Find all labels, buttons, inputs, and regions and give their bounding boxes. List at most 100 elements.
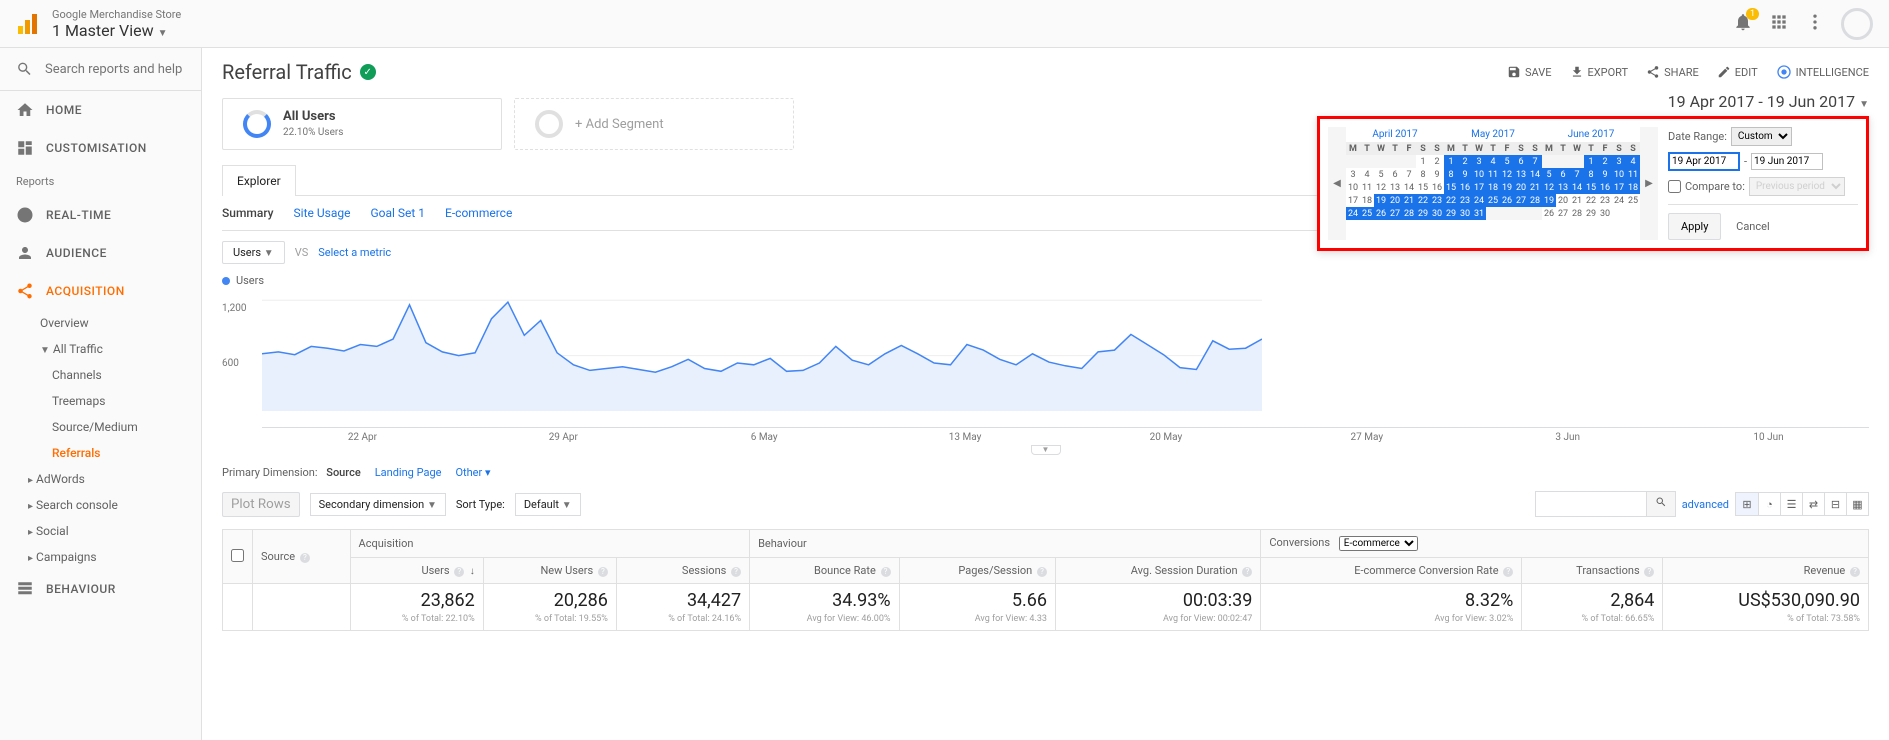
cal-day[interactable]: 25 xyxy=(1486,194,1500,207)
cal-day[interactable]: 24 xyxy=(1612,194,1626,207)
cal-day[interactable]: 18 xyxy=(1486,181,1500,194)
dimension-other[interactable]: Other ▾ xyxy=(455,466,490,479)
cal-day[interactable]: 14 xyxy=(1570,181,1584,194)
col-avg-session-duration[interactable]: Avg. Session Duration ? xyxy=(1055,558,1260,584)
cal-day[interactable]: 27 xyxy=(1556,207,1570,220)
help-icon[interactable]: ? xyxy=(300,553,310,563)
help-icon[interactable]: ? xyxy=(1503,567,1513,577)
nav-sub-source-medium[interactable]: Source/Medium xyxy=(0,414,201,440)
col-bounce-rate[interactable]: Bounce Rate ? xyxy=(750,558,899,584)
nav-realtime[interactable]: REAL-TIME xyxy=(0,196,201,234)
cal-day[interactable]: 3 xyxy=(1472,155,1486,168)
cal-day[interactable]: 21 xyxy=(1570,194,1584,207)
nav-sub-campaigns[interactable]: ▸ Campaigns xyxy=(0,544,201,570)
cal-day[interactable]: 20 xyxy=(1388,194,1402,207)
export-button[interactable]: EXPORT xyxy=(1570,64,1629,80)
cal-day[interactable]: 12 xyxy=(1500,168,1514,181)
cal-day[interactable]: 11 xyxy=(1626,168,1640,181)
cal-day[interactable]: 18 xyxy=(1626,181,1640,194)
cal-day[interactable]: 2 xyxy=(1430,155,1444,168)
segment-all-users[interactable]: All Users 22.10% Users xyxy=(222,98,502,150)
cal-day[interactable]: 28 xyxy=(1570,207,1584,220)
cal-day[interactable]: 6 xyxy=(1514,155,1528,168)
cal-day[interactable]: 31 xyxy=(1472,207,1486,220)
nav-sub-search-console[interactable]: ▸ Search console xyxy=(0,492,201,518)
cal-day[interactable]: 19 xyxy=(1542,194,1556,207)
cal-day[interactable]: 15 xyxy=(1584,181,1598,194)
cal-day[interactable]: 7 xyxy=(1528,155,1542,168)
dimension-landing-page[interactable]: Landing Page xyxy=(375,466,442,479)
cal-day[interactable]: 28 xyxy=(1528,194,1542,207)
cal-day[interactable]: 15 xyxy=(1444,181,1458,194)
secondary-metric-select[interactable]: Select a metric xyxy=(318,246,391,259)
tab-explorer[interactable]: Explorer xyxy=(222,165,296,196)
nav-audience[interactable]: AUDIENCE xyxy=(0,234,201,272)
apply-button[interactable]: Apply xyxy=(1668,213,1721,240)
cal-day[interactable]: 21 xyxy=(1528,181,1542,194)
view-percentage-button[interactable]: ◔ xyxy=(1758,493,1780,515)
cal-day[interactable]: 23 xyxy=(1458,194,1472,207)
start-date-input[interactable] xyxy=(1668,152,1740,171)
cal-day[interactable]: 8 xyxy=(1584,168,1598,181)
cal-day[interactable]: 19 xyxy=(1374,194,1388,207)
end-date-input[interactable] xyxy=(1751,153,1823,170)
nav-sub-adwords[interactable]: ▸ AdWords xyxy=(0,466,201,492)
intelligence-button[interactable]: INTELLIGENCE xyxy=(1776,64,1869,80)
cal-day[interactable]: 10 xyxy=(1472,168,1486,181)
cal-day[interactable]: 1 xyxy=(1416,155,1430,168)
view-comparison-button[interactable]: ⇄ xyxy=(1802,493,1824,515)
cal-day[interactable]: 1 xyxy=(1584,155,1598,168)
col-new-users[interactable]: New Users ? xyxy=(483,558,616,584)
cal-day[interactable]: 12 xyxy=(1542,181,1556,194)
primary-metric-select[interactable]: Users ▼ xyxy=(222,241,285,264)
cal-day[interactable]: 11 xyxy=(1360,181,1374,194)
cal-day[interactable]: 23 xyxy=(1598,194,1612,207)
cal-day[interactable]: 13 xyxy=(1556,181,1570,194)
cal-day[interactable]: 18 xyxy=(1360,194,1374,207)
help-icon[interactable]: ? xyxy=(598,567,608,577)
save-button[interactable]: SAVE xyxy=(1507,64,1552,80)
cal-day[interactable]: 5 xyxy=(1542,168,1556,181)
dimension-source[interactable]: Source xyxy=(326,466,360,479)
cal-day[interactable]: 1 xyxy=(1444,155,1458,168)
nav-sub-treemaps[interactable]: Treemaps xyxy=(0,388,201,414)
cal-day[interactable]: 17 xyxy=(1612,181,1626,194)
col-transactions[interactable]: Transactions ? xyxy=(1522,558,1663,584)
chart-collapse-handle[interactable]: ▼ xyxy=(1031,445,1061,455)
cal-day[interactable]: 30 xyxy=(1598,207,1612,220)
col-pages-session[interactable]: Pages/Session ? xyxy=(899,558,1055,584)
cal-day[interactable]: 14 xyxy=(1402,181,1416,194)
cal-day[interactable]: 11 xyxy=(1486,168,1500,181)
cal-day[interactable]: 5 xyxy=(1500,155,1514,168)
help-icon[interactable]: ? xyxy=(1037,567,1047,577)
nav-customisation[interactable]: CUSTOMISATION xyxy=(0,129,201,167)
view-performance-button[interactable]: ☰ xyxy=(1780,493,1802,515)
cal-day[interactable]: 30 xyxy=(1430,207,1444,220)
col-revenue[interactable]: Revenue ? xyxy=(1663,558,1869,584)
cal-day[interactable]: 13 xyxy=(1514,168,1528,181)
cal-day[interactable]: 17 xyxy=(1346,194,1360,207)
search-input[interactable] xyxy=(45,62,185,77)
add-segment-button[interactable]: + Add Segment xyxy=(514,98,794,150)
cal-day[interactable]: 17 xyxy=(1472,181,1486,194)
cal-day[interactable]: 5 xyxy=(1374,168,1388,181)
col-e-commerce-conversion-rate[interactable]: E-commerce Conversion Rate ? xyxy=(1261,558,1522,584)
subtab-site-usage[interactable]: Site Usage xyxy=(294,206,351,220)
cal-day[interactable]: 2 xyxy=(1458,155,1472,168)
help-icon[interactable]: ? xyxy=(881,567,891,577)
select-all-checkbox[interactable] xyxy=(231,549,244,562)
view-pivot-button[interactable]: ⊟ xyxy=(1824,493,1846,515)
cal-day[interactable]: 14 xyxy=(1528,168,1542,181)
view-cloud-button[interactable]: ▦ xyxy=(1846,493,1868,515)
apps-button[interactable] xyxy=(1769,12,1789,36)
cal-day[interactable]: 9 xyxy=(1430,168,1444,181)
cal-day[interactable]: 29 xyxy=(1416,207,1430,220)
cal-day[interactable]: 10 xyxy=(1346,181,1360,194)
cal-day[interactable]: 26 xyxy=(1374,207,1388,220)
cal-day[interactable]: 16 xyxy=(1458,181,1472,194)
cal-day[interactable]: 29 xyxy=(1584,207,1598,220)
nav-home[interactable]: HOME xyxy=(0,91,201,129)
cal-day[interactable]: 22 xyxy=(1444,194,1458,207)
cal-day[interactable]: 16 xyxy=(1430,181,1444,194)
search-row[interactable] xyxy=(0,48,201,91)
